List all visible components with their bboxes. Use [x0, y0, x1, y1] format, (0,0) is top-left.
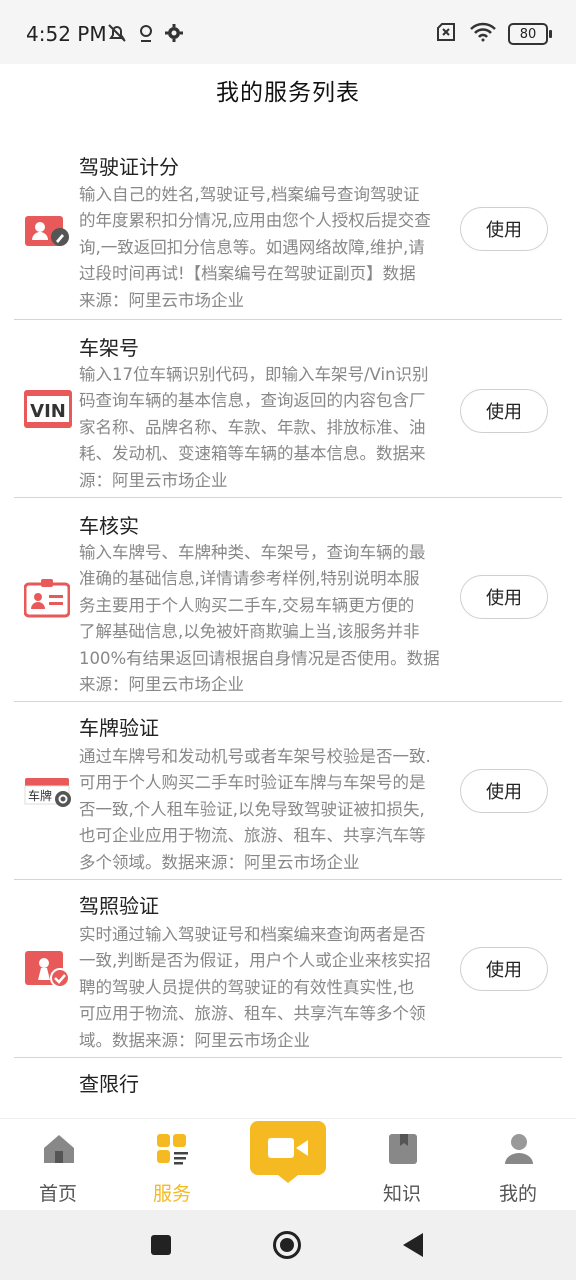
recents-square-icon[interactable]: [150, 1234, 172, 1260]
service-title: 车核实: [79, 514, 139, 538]
vin-icon: VIN: [24, 390, 72, 428]
driver-license-verify-icon: [24, 950, 70, 988]
service-item-plate-verify: 车牌验证 通过车牌号和发动机号或者车架号校验是否一致. 可用于个人购买二手车时验…: [14, 702, 562, 880]
license-points-icon: [24, 213, 70, 249]
service-description: 通过车牌号和发动机号或者车架号校验是否一致. 可用于个人购买二手车时验证车牌与车…: [79, 747, 431, 872]
service-description: 输入17位车辆识别代码，即输入车架号/Vin识别 码查询车辆的基本信息，查询返回…: [79, 365, 429, 490]
nav-label: 知识: [382, 1183, 421, 1205]
settings-gear-icon: [164, 23, 184, 47]
nav-item-profile[interactable]: 我的: [478, 1119, 558, 1211]
service-item-vin: 车架号 输入17位车辆识别代码，即输入车架号/Vin识别 码查询车辆的基本信息，…: [14, 320, 562, 498]
nav-item-knowledge[interactable]: 知识: [362, 1119, 442, 1211]
service-title: 驾照验证: [79, 894, 159, 918]
use-button[interactable]: 使用: [460, 947, 548, 991]
nav-item-services[interactable]: 服务: [132, 1119, 212, 1211]
svg-text:VIN: VIN: [30, 401, 66, 422]
use-button[interactable]: 使用: [460, 207, 548, 251]
plate-verify-icon: 车牌: [24, 774, 74, 810]
nav-label: 服务: [152, 1183, 191, 1205]
service-description: 输入自己的姓名,驾驶证号,档案编号查询驾驶证 的年度累积扣分情况,应用由您个人授…: [79, 185, 431, 310]
service-title: 车架号: [79, 336, 139, 360]
use-button[interactable]: 使用: [460, 389, 548, 433]
services-icon: [156, 1133, 190, 1165]
service-title: 查限行: [79, 1072, 139, 1096]
service-description: 输入车牌号、车牌种类、车架号，查询车辆的最 准确的基础信息,详情请参考样例,特别…: [79, 543, 440, 695]
knowledge-icon: [386, 1133, 420, 1165]
service-item-license-points: 驾驶证计分 输入自己的姓名,驾驶证号,档案编号查询驾驶证 的年度累积扣分情况,应…: [14, 138, 562, 320]
page-header: 我的服务列表: [0, 64, 576, 116]
id-card-icon: [23, 578, 71, 618]
nav-label: 首页: [38, 1183, 77, 1205]
mute-bell-icon: [106, 22, 128, 48]
nav-label: 我的: [498, 1183, 537, 1205]
profile-icon: [502, 1133, 536, 1165]
nav-item-home[interactable]: 首页: [18, 1119, 98, 1211]
video-camera-icon: [248, 1121, 328, 1189]
battery-indicator: 80: [508, 23, 552, 45]
service-item-driver-license-verify: 驾照验证 实时通过输入驾驶证号和档案编来查询两者是否 一致,判断是否为假证，用户…: [14, 880, 562, 1058]
use-button[interactable]: 使用: [460, 769, 548, 813]
service-list: 驾驶证计分 输入自己的姓名,驾驶证号,档案编号查询驾驶证 的年度累积扣分情况,应…: [14, 138, 562, 1108]
back-triangle-icon[interactable]: [402, 1232, 424, 1262]
svg-text:车牌: 车牌: [28, 788, 52, 803]
service-title: 车牌验证: [79, 716, 159, 740]
home-circle-icon[interactable]: [272, 1230, 302, 1264]
location-icon: [136, 22, 156, 48]
home-icon: [42, 1133, 76, 1165]
service-title: 驾驶证计分: [79, 155, 179, 179]
status-time: 4:52 PM: [26, 22, 107, 46]
system-nav-bar: [0, 1210, 576, 1280]
sim-error-icon: [436, 22, 458, 46]
wifi-icon: [470, 22, 496, 46]
service-description: 实时通过输入驾驶证号和档案编来查询两者是否 一致,判断是否为假证，用户个人或企业…: [79, 925, 431, 1050]
service-item-traffic-restriction[interactable]: 查限行: [14, 1058, 562, 1108]
video-center-button[interactable]: [248, 1121, 328, 1185]
use-button[interactable]: 使用: [460, 575, 548, 619]
service-item-vehicle-verify: 车核实 输入车牌号、车牌种类、车架号，查询车辆的最 准确的基础信息,详情请参考样…: [14, 498, 562, 702]
status-bar: 4:52 PM 80: [0, 0, 576, 64]
page-title: 我的服务列表: [216, 80, 360, 106]
